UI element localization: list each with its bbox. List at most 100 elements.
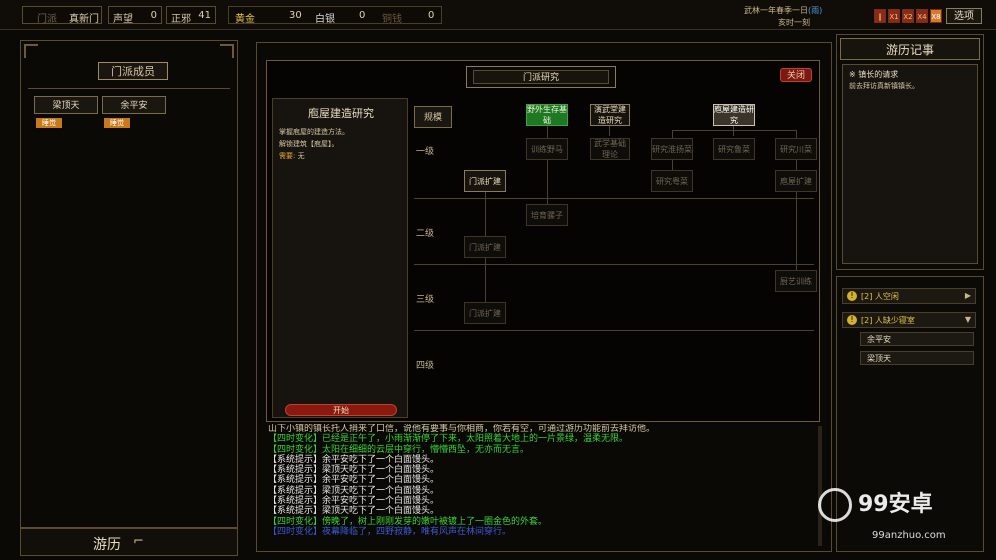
start-button[interactable]: 开始 [285,404,397,416]
tree-connector [609,126,610,136]
research-node-mule[interactable]: 培育骡子 [526,204,568,226]
silver-value: 0 [359,10,366,21]
date-text: 武林一年春季一日 [744,6,808,15]
research-title-frame: 门派研究 [466,66,616,88]
alert-text: [2] 人空闲 [861,292,899,301]
scale-header: 规模 [414,106,452,128]
copper-value: 0 [428,10,435,21]
detail-desc2: 解锁建筑【庖屋】。 [279,140,339,148]
research-node-yue[interactable]: 研究粤菜 [651,170,693,192]
member-name: 梁顶天 [34,96,98,114]
member-status-badge: 睡觉 [36,118,62,128]
corner-ornament [220,44,234,58]
detail-title: 庖屋建造研究 [308,107,374,120]
copper-label: 铜钱 [382,14,402,25]
member-card[interactable]: 余平安 睡觉 [102,96,166,132]
speed-x8-button[interactable]: X8 [930,9,942,23]
sect-name: 真新门 [69,14,99,25]
log-line: 【四时变化】傍晚了，树上刚刚发芽的嫩叶被镀上了一圈金色的外套。 [268,516,548,527]
log-line: 【系统提示】余平安吃下了一个白面馒头。 [268,475,440,486]
speed-x1-button[interactable]: X1 [888,9,900,23]
time-text: 亥时一刻 [778,18,810,27]
research-node-kitchen[interactable]: 庖屋建造研究 [713,104,755,126]
research-node-sect-expand-2[interactable]: 门派扩建 [464,236,506,258]
boot-icon: ⌐ [133,534,144,549]
tier-divider [414,264,814,265]
log-line: 【系统提示】梁顶天吃下了一个白面馒头。 [268,465,440,476]
research-node-cooking[interactable]: 厨艺训练 [775,270,817,292]
corner-ornament [24,44,38,58]
tier-divider [414,330,814,331]
alert-text: [2] 人缺少寝室 [861,316,915,325]
fame-label: 声望 [113,14,133,25]
watermark-brand: 99安卓 [858,492,933,517]
log-line: 【系统提示】余平安吃下了一个白面馒头。 [268,496,440,507]
research-node-martial-theory[interactable]: 武学基础理论 [590,138,630,160]
pause-button[interactable]: ‖ [874,9,886,23]
tier-label: 一级 [416,147,435,157]
members-title: 门派成员 [98,62,168,80]
log-line: 【四时变化】太阳在细细的云层中穿行，懵懵西坠，无亦而无言。 [268,444,530,455]
tier-divider [414,198,814,199]
tree-connector [672,130,796,131]
member-name: 余平安 [102,96,166,114]
evil-label: 正邪 [171,14,191,25]
member-status-badge: 睡觉 [104,118,130,128]
expand-arrow-icon: ▶ [964,291,971,300]
research-node-training-hall[interactable]: 演武堂建造研究 [590,104,630,126]
research-node-sect-expand-1[interactable]: 门派扩建 [464,170,506,192]
watermark-site: 99anzhuo.com [872,530,946,541]
collapse-arrow-icon: ▼ [964,315,971,324]
evil-value: 41 [198,10,211,21]
alert-no-room[interactable]: ! [2] 人缺少寝室 ▼ [842,312,976,328]
research-node-chuan[interactable]: 研究川菜 [775,138,817,160]
research-node-sect-expand-3[interactable]: 门派扩建 [464,302,506,324]
warning-icon: ! [847,315,857,325]
tree-connector [733,126,734,136]
gold-value: 30 [289,10,302,21]
watermark-logo-icon [818,488,852,522]
log-line: 【系统提示】梁顶天吃下了一个白面馒头。 [268,506,440,517]
journal-entry-title: ※ 镇长的请求 [849,70,899,79]
fame-value: 0 [150,10,157,21]
speed-x2-button[interactable]: X2 [902,9,914,23]
research-node-horse[interactable]: 训练野马 [526,138,568,160]
sect-info: 门派 真新门 [22,6,102,25]
detail-requirement: 需要: 无 [279,151,305,161]
travel-button[interactable]: 游历 ⌐ [20,528,238,556]
research-title: 门派研究 [473,70,609,84]
evil-info: 正邪 41 [166,6,216,25]
fame-info: 声望 0 [108,6,162,25]
alert-sub-item[interactable]: 余平安 [860,332,974,346]
weather-text: (雨) [808,6,823,15]
options-button[interactable]: 选项 [946,8,982,24]
tier-label: 四级 [416,361,435,371]
message-log: 山下小镇的镇长托人捎来了口信，说他有要事与你相商，你若有空，可通过游历功能前去拜… [268,424,816,548]
date-line1: 武林一年春季一日(雨) [744,5,822,16]
log-line: 【系统提示】梁顶天吃下了一个白面馒头。 [268,485,440,496]
close-button[interactable]: 关闭 [780,68,812,82]
member-card[interactable]: 梁顶天 睡觉 [34,96,98,132]
speed-x4-button[interactable]: X4 [916,9,928,23]
log-line: 【四时变化】已经是正午了，小雨渐渐停了下来，太阳照着大地上的一片景绿，温柔无限。 [268,434,629,445]
warning-icon: ! [847,291,857,301]
tier-label: 二级 [416,229,435,239]
sect-label: 门派 [37,14,57,25]
journal-entry-text: 前去拜访真新镇镇长。 [849,82,919,90]
journal-title: 游历记事 [840,38,980,60]
silver-label: 白银 [315,14,335,25]
need-value: 无 [297,152,305,160]
research-node-lu[interactable]: 研究鲁菜 [713,138,755,160]
divider [28,88,230,89]
research-node-huaiyang[interactable]: 研究淮扬菜 [651,138,693,160]
detail-desc1: 掌握庖屋的建造方法。 [279,128,349,136]
alert-idle[interactable]: ! [2] 人空闲 ▶ [842,288,976,304]
alert-sub-item[interactable]: 梁顶天 [860,351,974,365]
journal-content: ※ 镇长的请求 前去拜访真新镇镇长。 [842,64,978,264]
research-node-survival[interactable]: 野外生存基础 [526,104,568,126]
research-node-kitchen-expand[interactable]: 庖屋扩建 [775,170,817,192]
tier-label: 三级 [416,295,435,305]
log-line: 【四时变化】夜幕降临了，四野寂静，唯有风声在林间穿行。 [268,526,512,537]
log-scrollbar[interactable] [818,426,822,546]
log-line: 山下小镇的镇长托人捎来了口信，说他有要事与你相商，你若有空，可通过游历功能前去拜… [268,424,656,434]
